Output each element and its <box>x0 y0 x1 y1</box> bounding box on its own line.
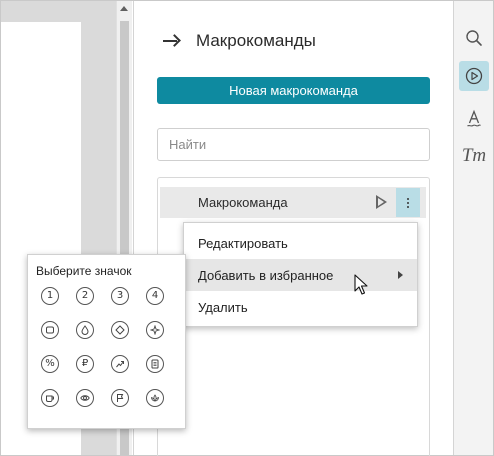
mouse-cursor-icon <box>354 274 368 295</box>
icon-picker: Выберите значок 1 2 3 4 % ₽ <box>27 254 186 429</box>
drop-icon[interactable] <box>76 321 94 339</box>
macro-name: Макрокоманда <box>198 195 288 210</box>
text-style-icon <box>467 109 481 127</box>
right-toolbar: Tт <box>453 1 493 455</box>
menu-item-label: Добавить в избранное <box>198 267 334 283</box>
list-item[interactable]: Макрокоманда <box>160 187 426 218</box>
menu-item-delete[interactable]: Удалить <box>184 291 417 323</box>
diamond-icon[interactable] <box>111 321 129 339</box>
text-style-tool-button[interactable] <box>459 103 489 133</box>
more-options-button[interactable] <box>396 188 420 217</box>
eye-icon[interactable] <box>76 389 94 407</box>
font-icon: Tт <box>461 145 487 166</box>
percent-icon[interactable]: % <box>41 355 59 373</box>
font-tool-button[interactable]: Tт <box>459 141 489 171</box>
search-input[interactable] <box>157 128 430 161</box>
lotus-icon[interactable] <box>146 389 164 407</box>
number-4-icon[interactable]: 4 <box>146 287 164 305</box>
menu-item-label: Удалить <box>198 299 248 315</box>
icon-grid: 1 2 3 4 % ₽ <box>41 287 164 407</box>
flag-icon[interactable] <box>111 389 129 407</box>
chart-arrow-icon[interactable] <box>111 355 129 373</box>
menu-item-edit[interactable]: Редактировать <box>184 227 417 259</box>
menu-item-label: Редактировать <box>198 235 288 251</box>
collapse-arrow-icon[interactable] <box>162 34 180 48</box>
cup-icon[interactable] <box>41 389 59 407</box>
sparkle-icon[interactable] <box>146 321 164 339</box>
search-icon <box>466 30 482 46</box>
scroll-up-arrow-icon[interactable] <box>120 6 128 11</box>
panel-title: Макрокоманды <box>196 31 316 50</box>
number-3-icon[interactable]: 3 <box>111 287 129 305</box>
more-dot <box>407 205 409 208</box>
more-dot <box>407 201 409 204</box>
square-icon[interactable] <box>41 321 59 339</box>
number-1-icon[interactable]: 1 <box>41 287 59 305</box>
ruble-icon[interactable]: ₽ <box>76 355 94 373</box>
number-2-icon[interactable]: 2 <box>76 287 94 305</box>
play-circle-icon <box>465 67 483 85</box>
panel-header: Макрокоманды <box>162 29 316 53</box>
search-tool-button[interactable] <box>459 23 489 53</box>
context-menu: Редактировать Добавить в избранное Удали… <box>183 222 418 327</box>
document-icon[interactable] <box>146 355 164 373</box>
play-icon[interactable] <box>376 195 387 209</box>
macros-tool-button[interactable] <box>459 61 489 91</box>
chevron-right-icon <box>398 271 403 279</box>
new-macro-button[interactable]: Новая макрокоманда <box>157 77 430 104</box>
menu-item-add-to-favorites[interactable]: Добавить в избранное <box>184 259 417 291</box>
more-dot <box>407 197 409 200</box>
picker-title: Выберите значок <box>36 264 132 278</box>
